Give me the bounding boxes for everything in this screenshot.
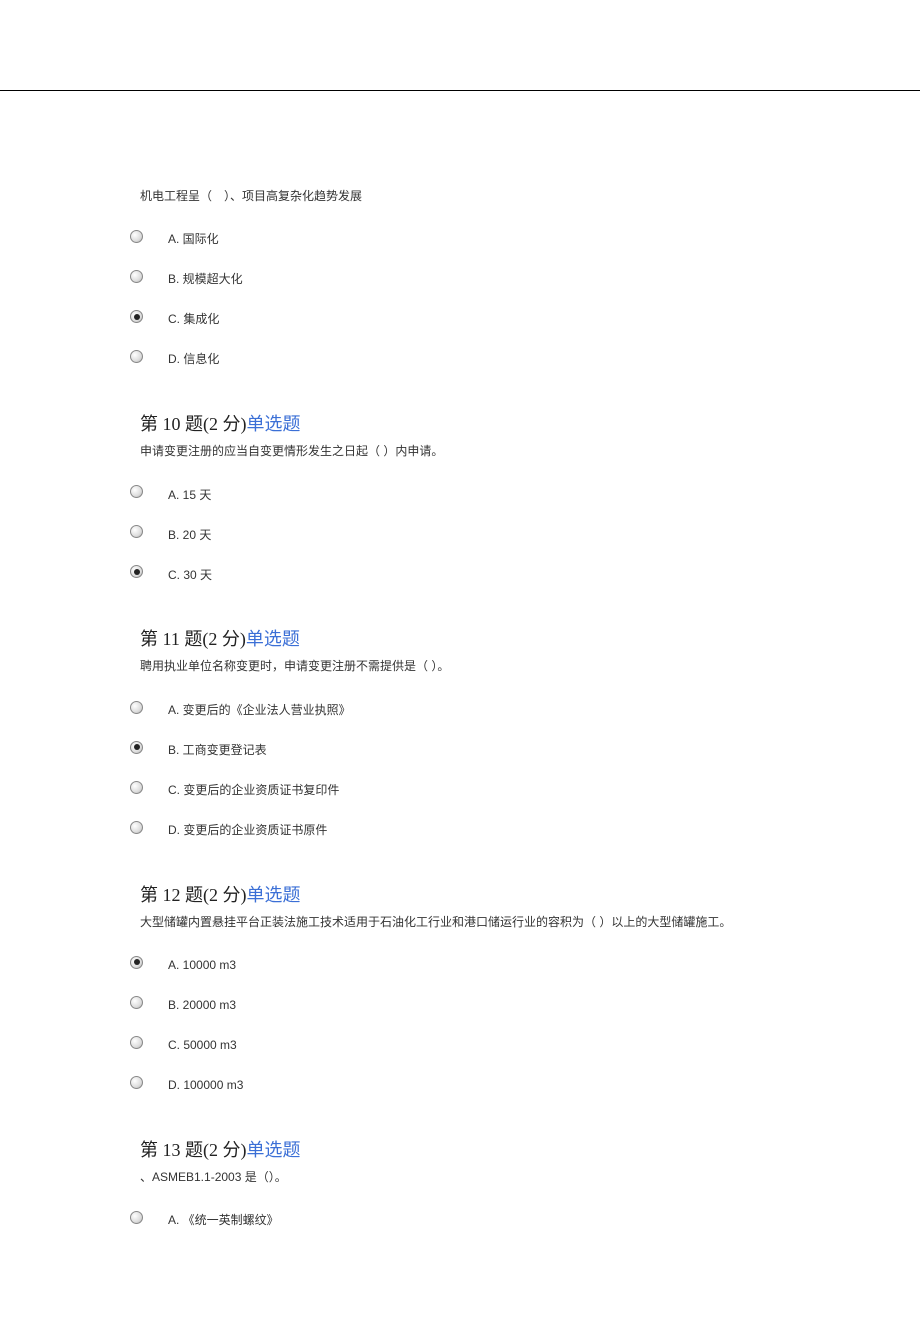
option-radio-cell[interactable] bbox=[130, 302, 164, 336]
option-label: B. 20000 m3 bbox=[164, 988, 243, 1022]
question-header-prefix: 第 12 题(2 分) bbox=[140, 885, 247, 905]
question-type-link[interactable]: 单选题 bbox=[246, 629, 300, 649]
option-label: D. 100000 m3 bbox=[164, 1068, 243, 1102]
option-radio-cell[interactable] bbox=[130, 948, 164, 982]
question-stem: 申请变更注册的应当自变更情形发生之日起（ ）内申请。 bbox=[140, 442, 790, 461]
radio-icon[interactable] bbox=[130, 525, 143, 538]
option-label: B. 规模超大化 bbox=[164, 262, 243, 296]
option-label: A. 变更后的《企业法人营业执照》 bbox=[164, 693, 351, 727]
option-row[interactable]: D. 变更后的企业资质证书原件 bbox=[130, 813, 351, 847]
option-label: A. 国际化 bbox=[164, 222, 243, 256]
radio-icon[interactable] bbox=[130, 1076, 143, 1089]
option-label: C. 50000 m3 bbox=[164, 1028, 243, 1062]
radio-icon[interactable] bbox=[130, 230, 143, 243]
radio-icon[interactable] bbox=[130, 270, 143, 283]
question-header: 第 11 题(2 分)单选题 bbox=[140, 625, 790, 651]
option-row[interactable]: B. 20000 m3 bbox=[130, 988, 243, 1022]
option-radio-cell[interactable] bbox=[130, 262, 164, 296]
option-radio-cell[interactable] bbox=[130, 733, 164, 767]
option-row[interactable]: A. 变更后的《企业法人营业执照》 bbox=[130, 693, 351, 727]
options-group: A. 10000 m3 B. 20000 m3 C. 50000 m3 D. 1000… bbox=[130, 942, 243, 1108]
option-radio-cell[interactable] bbox=[130, 1028, 164, 1062]
radio-icon[interactable] bbox=[130, 741, 143, 754]
question-stem: 、ASMEB1.1-2003 是（）。 bbox=[140, 1168, 790, 1187]
option-row[interactable]: A. 《统一英制螺纹》 bbox=[130, 1203, 279, 1237]
options-group: A. 国际化 B. 规模超大化 C. 集成化 D. 信息化 bbox=[130, 216, 243, 382]
question-header-prefix: 第 11 题(2 分) bbox=[140, 629, 246, 649]
option-row[interactable]: D. 100000 m3 bbox=[130, 1068, 243, 1102]
option-label: C. 变更后的企业资质证书复印件 bbox=[164, 773, 351, 807]
option-row[interactable]: C. 50000 m3 bbox=[130, 1028, 243, 1062]
option-row[interactable]: B. 工商变更登记表 bbox=[130, 733, 351, 767]
radio-icon[interactable] bbox=[130, 310, 143, 323]
option-radio-cell[interactable] bbox=[130, 517, 164, 551]
question-header: 第 10 题(2 分)单选题 bbox=[140, 410, 790, 436]
question-type-link[interactable]: 单选题 bbox=[247, 885, 301, 905]
question-type-link[interactable]: 单选题 bbox=[247, 414, 301, 434]
option-row[interactable]: A. 国际化 bbox=[130, 222, 243, 256]
options-group: A. 变更后的《企业法人营业执照》 B. 工商变更登记表 C. 变更后的企业资质证书… bbox=[130, 687, 351, 853]
option-radio-cell[interactable] bbox=[130, 1203, 164, 1237]
radio-icon[interactable] bbox=[130, 956, 143, 969]
option-radio-cell[interactable] bbox=[130, 988, 164, 1022]
option-radio-cell[interactable] bbox=[130, 773, 164, 807]
option-label: A. 《统一英制螺纹》 bbox=[164, 1203, 279, 1237]
option-label: B. 20 天 bbox=[164, 517, 212, 551]
option-radio-cell[interactable] bbox=[130, 693, 164, 727]
question-stem: 机电工程呈（ ）、项目高复杂化趋势发展 bbox=[140, 187, 790, 206]
option-label: C. 集成化 bbox=[164, 302, 243, 336]
radio-icon[interactable] bbox=[130, 821, 143, 834]
option-label: A. 10000 m3 bbox=[164, 948, 243, 982]
radio-icon[interactable] bbox=[130, 485, 143, 498]
option-row[interactable]: B. 规模超大化 bbox=[130, 262, 243, 296]
question-header: 第 13 题(2 分)单选题 bbox=[140, 1136, 790, 1162]
option-row[interactable]: C. 集成化 bbox=[130, 302, 243, 336]
option-label: D. 信息化 bbox=[164, 342, 243, 376]
option-row[interactable]: A. 10000 m3 bbox=[130, 948, 243, 982]
radio-icon[interactable] bbox=[130, 565, 143, 578]
option-row[interactable]: A. 15 天 bbox=[130, 477, 212, 511]
question-type-link[interactable]: 单选题 bbox=[247, 1140, 301, 1160]
radio-icon[interactable] bbox=[130, 1211, 143, 1224]
option-label: B. 工商变更登记表 bbox=[164, 733, 351, 767]
option-radio-cell[interactable] bbox=[130, 557, 164, 591]
option-label: A. 15 天 bbox=[164, 477, 212, 511]
radio-icon[interactable] bbox=[130, 996, 143, 1009]
question-stem: 大型储罐内置悬挂平台正装法施工技术适用于石油化工行业和港口储运行业的容积为（ ）… bbox=[140, 913, 790, 932]
radio-icon[interactable] bbox=[130, 350, 143, 363]
radio-icon[interactable] bbox=[130, 781, 143, 794]
option-radio-cell[interactable] bbox=[130, 222, 164, 256]
question-header: 第 12 题(2 分)单选题 bbox=[140, 881, 790, 907]
option-label: C. 30 天 bbox=[164, 557, 212, 591]
options-group: A. 15 天 B. 20 天 C. 30 天 bbox=[130, 471, 212, 597]
question-stem: 聘用执业单位名称变更时，申请变更注册不需提供是（ ）。 bbox=[140, 657, 790, 676]
option-row[interactable]: B. 20 天 bbox=[130, 517, 212, 551]
options-group: A. 《统一英制螺纹》 bbox=[130, 1197, 279, 1243]
option-radio-cell[interactable] bbox=[130, 1068, 164, 1102]
question-header-prefix: 第 13 题(2 分) bbox=[140, 1140, 247, 1160]
radio-icon[interactable] bbox=[130, 701, 143, 714]
option-radio-cell[interactable] bbox=[130, 813, 164, 847]
option-label: D. 变更后的企业资质证书原件 bbox=[164, 813, 351, 847]
option-row[interactable]: D. 信息化 bbox=[130, 342, 243, 376]
radio-icon[interactable] bbox=[130, 1036, 143, 1049]
option-radio-cell[interactable] bbox=[130, 477, 164, 511]
option-radio-cell[interactable] bbox=[130, 342, 164, 376]
option-row[interactable]: C. 30 天 bbox=[130, 557, 212, 591]
option-row[interactable]: C. 变更后的企业资质证书复印件 bbox=[130, 773, 351, 807]
question-header-prefix: 第 10 题(2 分) bbox=[140, 414, 247, 434]
